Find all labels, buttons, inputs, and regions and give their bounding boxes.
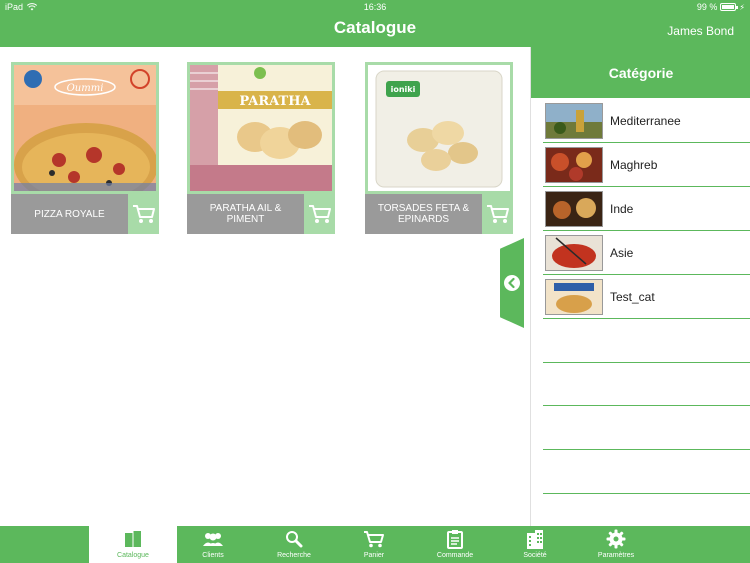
- tab-panier[interactable]: Panier: [330, 526, 418, 563]
- book-icon: [123, 528, 143, 549]
- tab-label: Catalogue: [117, 552, 149, 559]
- catalogue-screen: iPad 16:36 99 % ⚡ Catalogue James Bond O…: [0, 0, 750, 563]
- tab-label: Société: [523, 552, 547, 559]
- cart-icon: [308, 205, 331, 223]
- tab-commande[interactable]: Commande: [411, 526, 499, 563]
- category-thumbnail: [545, 146, 603, 183]
- tab-clients[interactable]: Clients: [169, 526, 257, 563]
- search-icon: [285, 528, 303, 549]
- empty-row: [543, 363, 750, 406]
- tab-label: Recherche: [277, 552, 311, 559]
- category-thumbnail: [545, 190, 603, 227]
- cart-icon: [363, 528, 385, 549]
- product-card[interactable]: Oummi PIZZA ROYALE: [11, 62, 159, 234]
- add-to-cart-button[interactable]: [304, 194, 335, 234]
- tab-societe[interactable]: Société: [491, 526, 579, 563]
- tab-label: Commande: [436, 552, 474, 559]
- category-item-asie[interactable]: Asie: [543, 231, 750, 275]
- torsades-image: ioniki: [368, 65, 510, 191]
- cart-icon: [132, 205, 155, 223]
- tab-label: Paramètres: [597, 552, 635, 559]
- category-item-maghreb[interactable]: Maghreb: [543, 143, 750, 187]
- product-name[interactable]: TORSADES FETA & EPINARDS: [365, 194, 482, 234]
- category-label: Asie: [610, 245, 634, 260]
- svg-text:Oummi: Oummi: [67, 83, 104, 94]
- tab-recherche[interactable]: Recherche: [250, 526, 338, 563]
- add-to-cart-button[interactable]: [482, 194, 513, 234]
- category-label: Mediterranee: [610, 113, 681, 128]
- category-thumbnail: [545, 102, 603, 139]
- product-name[interactable]: PIZZA ROYALE: [11, 194, 128, 234]
- category-item-mediterranee[interactable]: Mediterranee: [543, 99, 750, 143]
- product-card[interactable]: PARATHA PARATHA AIL & PIMENT: [187, 62, 335, 234]
- product-image[interactable]: Oummi: [11, 62, 159, 194]
- svg-text:ioniki: ioniki: [391, 85, 416, 94]
- gear-icon: [606, 528, 626, 549]
- add-to-cart-button[interactable]: [128, 194, 159, 234]
- charging-icon: ⚡: [739, 2, 745, 12]
- category-label: Maghreb: [610, 157, 658, 172]
- cart-icon: [486, 205, 509, 223]
- empty-row: [543, 450, 750, 494]
- page-title: Catalogue: [333, 18, 417, 37]
- category-label: Inde: [610, 201, 634, 216]
- pizza-image: Oummi: [14, 65, 156, 191]
- top-bar: iPad 16:36 99 % ⚡ Catalogue James Bond: [0, 0, 750, 47]
- battery-percent: 99 %: [696, 2, 718, 12]
- category-panel: Catégorie Mediterranee Maghreb Inde Asie: [530, 47, 750, 526]
- building-icon: [525, 528, 545, 549]
- category-item-inde[interactable]: Inde: [543, 187, 750, 231]
- category-label: Test_cat: [610, 289, 655, 304]
- category-thumbnail: [545, 234, 603, 271]
- product-card[interactable]: ioniki TORSADES FETA & EPINARDS: [365, 62, 513, 234]
- category-item-test-cat[interactable]: Test_cat: [543, 275, 750, 319]
- paratha-image: PARATHA: [190, 65, 332, 191]
- tab-catalogue[interactable]: Catalogue: [89, 526, 177, 563]
- chevron-left-icon: [504, 275, 520, 291]
- empty-row: [543, 319, 750, 363]
- product-name[interactable]: PARATHA AIL & PIMENT: [187, 194, 304, 234]
- tab-bar: Catalogue Clients Recherche Panier Comma…: [0, 526, 750, 563]
- tab-label: Clients: [202, 552, 224, 559]
- empty-row: [543, 406, 750, 450]
- clock: 16:36: [363, 2, 387, 12]
- product-image[interactable]: PARATHA: [187, 62, 335, 194]
- panel-toggle-button[interactable]: [500, 238, 524, 328]
- user-name[interactable]: James Bond: [667, 24, 734, 38]
- users-icon: [202, 528, 224, 549]
- svg-text:PARATHA: PARATHA: [239, 94, 311, 109]
- clipboard-icon: [447, 528, 463, 549]
- tab-parametres[interactable]: Paramètres: [572, 526, 660, 563]
- category-thumbnail: [545, 278, 603, 315]
- status-bar: iPad 16:36 99 % ⚡: [0, 0, 750, 15]
- product-image[interactable]: ioniki: [365, 62, 513, 194]
- battery-icon: [720, 3, 739, 11]
- tab-label: Panier: [363, 552, 385, 559]
- category-panel-title: Catégorie: [531, 47, 750, 98]
